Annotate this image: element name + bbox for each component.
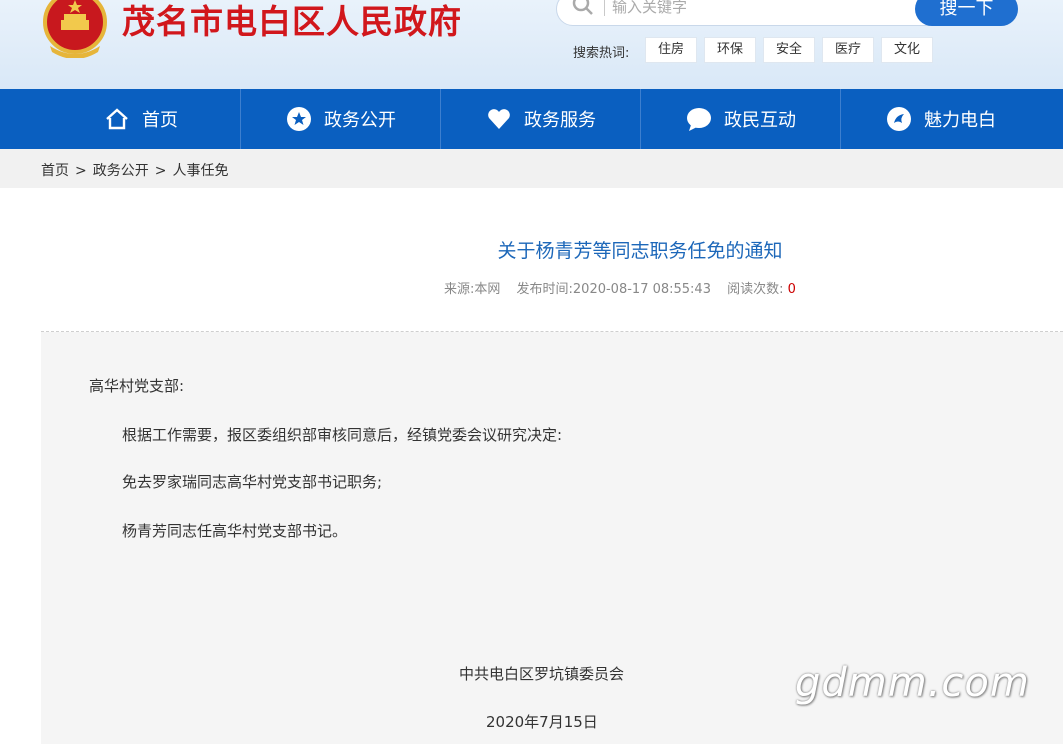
breadcrumb: 首页 > 政务公开 > 人事任免 xyxy=(41,160,228,180)
article-views-label: 阅读次数: xyxy=(727,282,784,297)
breadcrumb-separator: > xyxy=(75,163,87,179)
site-header: 茂名市电白区人民政府 搜一下 搜索热词: 住房 环保 安全 医疗 文化 xyxy=(0,0,1063,89)
home-icon xyxy=(104,106,130,132)
article-paragraph: 免去罗家瑞同志高华村党支部书记职务; xyxy=(122,473,383,491)
search-separator xyxy=(604,0,605,16)
star-icon xyxy=(286,106,312,132)
nav-item-label: 魅力电白 xyxy=(924,110,996,131)
nav-item-label: 首页 xyxy=(142,110,178,131)
search-input[interactable] xyxy=(612,0,902,18)
nav-item-label: 政务服务 xyxy=(524,110,596,131)
nav-item-home[interactable]: 首页 xyxy=(41,89,241,149)
nav-item-label: 政民互动 xyxy=(724,110,796,131)
hot-tag-safety[interactable]: 安全 xyxy=(763,37,815,63)
article-meta: 来源:本网 发布时间:2020-08-17 08:55:43 阅读次数: 0 xyxy=(444,278,808,297)
nav-item-gov-services[interactable]: 政务服务 xyxy=(441,89,641,149)
search-icon xyxy=(572,0,593,15)
nav-item-gov-affairs[interactable]: 政务公开 xyxy=(241,89,441,149)
nav-item-charm-dianbai[interactable]: 魅力电白 xyxy=(841,89,1041,149)
chat-bubble-icon xyxy=(686,106,712,132)
article-signature: 中共电白区罗坑镇委员会 xyxy=(459,665,625,683)
hot-tag-housing[interactable]: 住房 xyxy=(645,37,697,63)
hot-keywords-label: 搜索热词: xyxy=(573,46,630,61)
article-views-count: 0 xyxy=(787,282,796,297)
article-title: 关于杨青芳等同志职务任免的通知 xyxy=(497,240,783,262)
article-source: 来源:本网 xyxy=(444,282,501,297)
article-publish-time: 发布时间:2020-08-17 08:55:43 xyxy=(516,282,711,297)
breadcrumb-separator: > xyxy=(154,163,167,179)
article-paragraph: 根据工作需要，报区委组织部审核同意后，经镇党委会议研究决定: xyxy=(122,426,563,444)
article-paragraph: 杨青芳同志任高华村党支部书记。 xyxy=(122,522,348,540)
nav-item-interaction[interactable]: 政民互动 xyxy=(641,89,841,149)
breadcrumb-home[interactable]: 首页 xyxy=(41,160,69,180)
breadcrumb-bar: 首页 > 政务公开 > 人事任免 xyxy=(0,149,1063,188)
heart-icon xyxy=(486,106,512,132)
search-button[interactable]: 搜一下 xyxy=(915,0,1018,26)
nav-item-label: 政务公开 xyxy=(324,110,396,131)
watermark: gdmm.com xyxy=(795,660,1030,706)
hot-tag-medical[interactable]: 医疗 xyxy=(822,37,874,63)
article-date: 2020年7月15日 xyxy=(486,713,598,731)
article-salutation: 高华村党支部: xyxy=(89,377,185,395)
national-emblem-icon[interactable] xyxy=(40,0,110,58)
hot-tag-environment[interactable]: 环保 xyxy=(704,37,756,63)
hot-tag-culture[interactable]: 文化 xyxy=(881,37,933,63)
breadcrumb-personnel[interactable]: 人事任免 xyxy=(172,160,228,180)
compass-icon xyxy=(886,106,912,132)
main-nav: 首页 政务公开 政务服务 政民互动 魅力电白 xyxy=(0,89,1063,149)
breadcrumb-gov-affairs[interactable]: 政务公开 xyxy=(93,160,149,180)
site-title[interactable]: 茂名市电白区人民政府 xyxy=(122,0,462,44)
